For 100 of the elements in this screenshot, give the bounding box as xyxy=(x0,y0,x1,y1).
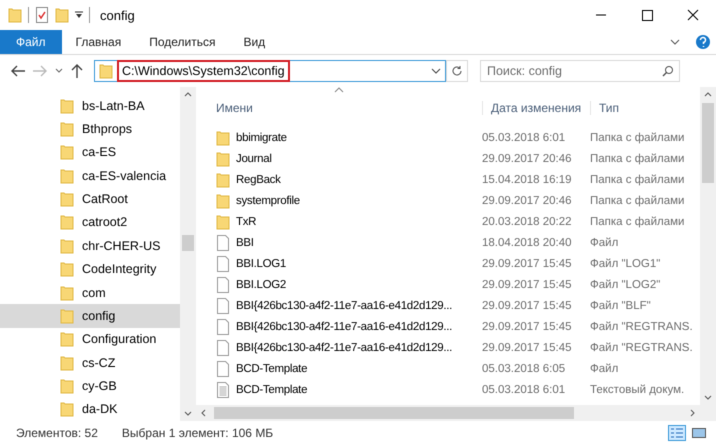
date-cell-text: 20.03.2018 20:22 xyxy=(482,216,573,228)
file-name[interactable]: BCD-Template xyxy=(236,384,308,396)
sidebar-item[interactable]: bs-Latn-BA xyxy=(0,94,180,118)
ribbon-tab[interactable]: Главная xyxy=(62,30,136,54)
file-icon xyxy=(216,276,230,292)
file-name[interactable]: systemprofile xyxy=(236,194,300,206)
sidebar-item[interactable]: CodeIntegrity xyxy=(0,258,180,281)
folder-icon xyxy=(60,331,74,348)
type-cell-text: Папка с файлами xyxy=(590,152,686,164)
scroll-left-icon[interactable] xyxy=(200,409,206,417)
date-cell-text: 29.09.2017 15:45 xyxy=(482,278,573,290)
sidebar-item[interactable]: chr-CHER-US xyxy=(0,234,180,258)
file-name[interactable]: BBI.LOG1 xyxy=(236,258,286,270)
folder-icon xyxy=(60,214,74,230)
sidebar-item[interactable]: com xyxy=(0,280,180,304)
type-cell-text: Папка с файлами xyxy=(590,216,686,228)
properties-icon[interactable] xyxy=(35,7,49,23)
scroll-thumb[interactable] xyxy=(702,103,714,183)
type-cell-text: Папка с файлами xyxy=(590,132,686,144)
sidebar-item[interactable]: ca-ES xyxy=(0,140,180,164)
folder-icon xyxy=(60,238,74,254)
file-name[interactable]: bbimigrate xyxy=(236,132,287,144)
folder-icon xyxy=(60,354,74,371)
type-cell-text: Файл "REGTRANS. xyxy=(590,342,694,354)
folder-icon xyxy=(60,191,74,208)
folder-icon xyxy=(216,192,230,208)
type-cell-text: Текстовый докум. xyxy=(590,384,686,396)
dropdown-icon[interactable] xyxy=(75,11,83,19)
file-name[interactable]: BBI{426bc130-a4f2-11e7-aa16-e41d2d129... xyxy=(236,300,452,312)
item-count: Элементов: 52 xyxy=(16,426,98,440)
sidebar-item[interactable]: Bthprops xyxy=(0,117,180,141)
sidebar-item[interactable]: config xyxy=(0,304,180,328)
column-header[interactable]: Дата изменения xyxy=(482,101,590,115)
file-name[interactable]: BBI{426bc130-a4f2-11e7-aa16-e41d2d129... xyxy=(236,320,452,332)
sidebar-item[interactable]: Configuration xyxy=(0,328,180,351)
date-cell-text: 29.09.2017 20:46 xyxy=(482,152,573,164)
folder-icon xyxy=(60,308,74,324)
date-cell-text: 29.09.2017 15:45 xyxy=(482,320,573,332)
details-view-icon[interactable] xyxy=(668,425,686,441)
folder-icon xyxy=(216,214,230,230)
type-cell-text: Папка с файлами xyxy=(590,174,686,186)
date-cell-text: 15.04.2018 16:19 xyxy=(482,174,573,186)
refresh-button[interactable] xyxy=(446,60,468,82)
ribbon-tab[interactable]: Файл xyxy=(0,30,62,54)
folder-icon xyxy=(216,150,230,166)
file-name[interactable]: RegBack xyxy=(236,174,281,186)
address-path: C:\Windows\System32\config xyxy=(119,62,288,80)
scrollbar[interactable] xyxy=(700,87,716,421)
date-cell-text: 29.09.2017 15:45 xyxy=(482,258,573,270)
type-cell-text: Файл "BLF" xyxy=(590,300,652,312)
date-cell-text: 29.09.2017 15:45 xyxy=(482,342,573,354)
ribbon-tab[interactable]: Вид xyxy=(229,30,280,54)
folder-icon xyxy=(60,261,74,278)
large-icons-view-icon[interactable] xyxy=(690,425,708,441)
sidebar-item[interactable]: catroot2 xyxy=(0,210,180,234)
scroll-up-icon[interactable] xyxy=(704,91,712,97)
type-cell-text: Файл "LOG1" xyxy=(590,258,662,270)
refresh-icon[interactable] xyxy=(451,65,463,77)
sidebar-item[interactable]: cy-GB xyxy=(0,374,180,398)
selection-info: Выбран 1 элемент: 106 МБ xyxy=(122,426,274,440)
date-cell-text: 05.03.2018 6:05 xyxy=(482,362,566,374)
new-folder-icon xyxy=(55,7,69,23)
folder-icon xyxy=(60,401,74,418)
type-cell-text: Папка с файлами xyxy=(590,194,686,206)
sidebar-item[interactable]: da-DK xyxy=(0,398,180,422)
back-icon[interactable] xyxy=(10,64,26,78)
scroll-thumb[interactable] xyxy=(214,407,574,419)
folder-icon xyxy=(216,130,230,146)
up-icon[interactable] xyxy=(70,63,84,79)
dropdown-icon[interactable] xyxy=(431,67,441,75)
date-cell-text: 18.04.2018 20:40 xyxy=(482,236,573,248)
scroll-down-icon[interactable] xyxy=(704,395,712,401)
scroll-thumb[interactable] xyxy=(182,235,194,251)
recent-dropdown-icon[interactable] xyxy=(54,67,64,75)
sidebar-item[interactable]: cs-CZ xyxy=(0,350,180,374)
ribbon-tab[interactable]: Поделиться xyxy=(135,30,230,54)
scroll-up-icon[interactable] xyxy=(184,91,192,97)
type-cell-text: Файл "REGTRANS. xyxy=(590,320,694,332)
address-bar[interactable]: C:\Windows\System32\config xyxy=(94,60,446,82)
sidebar-item[interactable]: ca-ES-valencia xyxy=(0,164,180,188)
scroll-right-icon[interactable] xyxy=(690,409,696,417)
column-header[interactable]: Имени xyxy=(216,101,482,115)
file-name[interactable]: BBI{426bc130-a4f2-11e7-aa16-e41d2d129... xyxy=(236,342,452,354)
folder-icon xyxy=(8,7,22,23)
scrollbar[interactable] xyxy=(180,87,196,421)
type-cell-text: Файл xyxy=(590,362,620,374)
folder-icon xyxy=(60,284,74,301)
file-icon xyxy=(216,234,230,250)
search-icon[interactable] xyxy=(662,65,674,77)
file-name[interactable]: BBI xyxy=(236,236,254,248)
file-name[interactable]: BCD-Template xyxy=(236,362,308,374)
sidebar-item[interactable]: CatRoot xyxy=(0,187,180,211)
file-name[interactable]: Journal xyxy=(236,152,272,164)
scroll-down-icon[interactable] xyxy=(184,411,192,417)
type-cell-text: Файл "LOG2" xyxy=(590,278,662,290)
file-name[interactable]: BBI.LOG2 xyxy=(236,278,286,290)
file-name[interactable]: TxR xyxy=(236,216,256,228)
folder-icon xyxy=(60,168,74,184)
search-field[interactable]: Поиск: config xyxy=(480,60,680,82)
file-icon xyxy=(216,318,230,334)
